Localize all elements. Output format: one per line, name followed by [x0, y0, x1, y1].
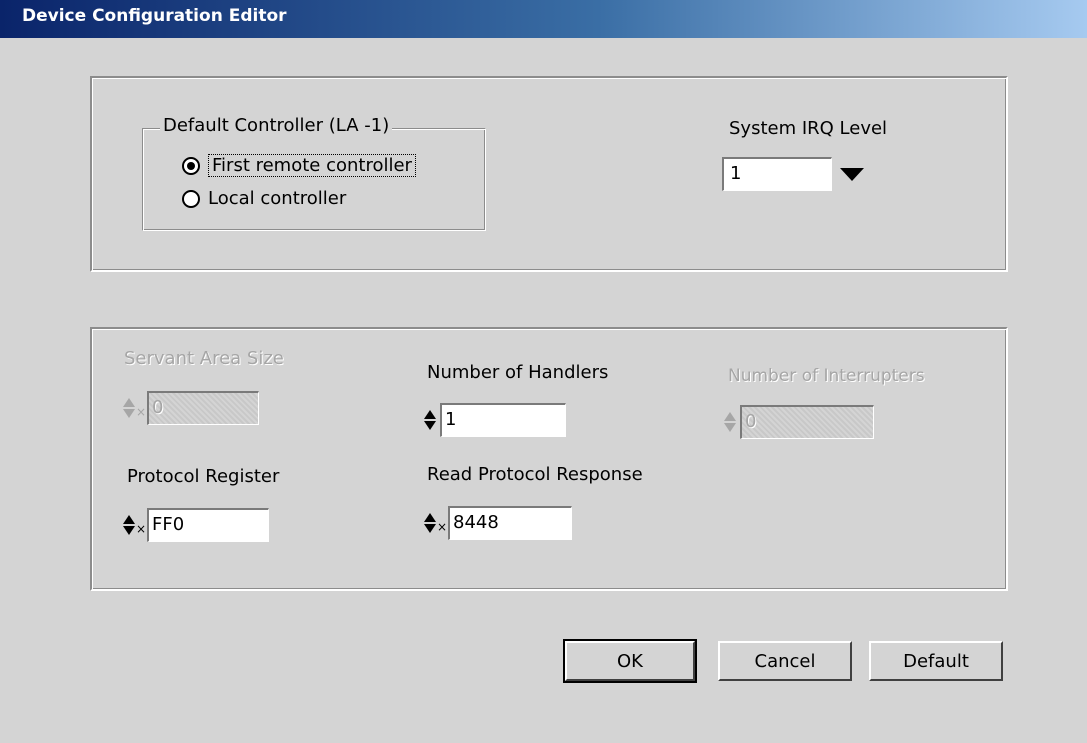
default-controller-fieldset — [142, 128, 486, 231]
servant-area-field[interactable]: 0 — [147, 391, 259, 425]
spin-arrows-icon[interactable] — [724, 407, 736, 437]
handlers-field[interactable]: 1 — [440, 403, 566, 437]
interrupters-field[interactable]: 0 — [740, 405, 874, 439]
protocol-register-stepper[interactable]: × FF0 — [123, 508, 269, 542]
radio-first-remote[interactable]: First remote controller — [182, 154, 416, 177]
chevron-down-icon[interactable] — [840, 167, 864, 181]
handlers-label: Number of Handlers — [427, 362, 609, 383]
spin-arrows-icon[interactable] — [123, 510, 135, 540]
radio-button-selected-icon[interactable] — [182, 156, 200, 175]
default-button[interactable]: Default — [869, 641, 1003, 681]
window-title: Device Configuration Editor — [22, 6, 287, 26]
spin-arrows-icon[interactable] — [424, 508, 436, 538]
interrupters-label: Number of Interrupters — [728, 366, 925, 386]
read-protocol-label: Read Protocol Response — [427, 464, 643, 485]
servant-area-stepper[interactable]: × 0 — [123, 391, 259, 425]
radio-local[interactable]: Local controller — [182, 188, 346, 209]
hex-prefix: × — [135, 522, 147, 536]
protocol-register-field[interactable]: FF0 — [147, 508, 269, 542]
irq-select-value[interactable]: 1 — [722, 157, 832, 191]
irq-select[interactable]: 1 — [722, 156, 872, 192]
handlers-stepper[interactable]: 1 — [424, 403, 566, 437]
radio-label: Local controller — [208, 188, 347, 209]
default-controller-legend: Default Controller (LA -1) — [160, 115, 393, 136]
cancel-button[interactable]: Cancel — [718, 641, 852, 681]
read-protocol-field[interactable]: 8448 — [448, 506, 572, 540]
protocol-register-label: Protocol Register — [127, 466, 280, 487]
hex-prefix: × — [436, 520, 448, 534]
multiply-icon: × — [135, 405, 147, 419]
ok-button[interactable]: OK — [563, 639, 697, 683]
servant-area-label: Servant Area Size — [124, 348, 284, 369]
radio-label: First remote controller — [208, 154, 416, 177]
spin-arrows-icon[interactable] — [424, 405, 436, 435]
radio-button-icon[interactable] — [182, 189, 200, 208]
title-bar: Device Configuration Editor — [0, 0, 1087, 38]
interrupters-stepper[interactable]: 0 — [724, 405, 874, 439]
irq-label: System IRQ Level — [729, 118, 888, 139]
spin-arrows-icon[interactable] — [123, 393, 135, 423]
read-protocol-stepper[interactable]: × 8448 — [424, 506, 572, 540]
